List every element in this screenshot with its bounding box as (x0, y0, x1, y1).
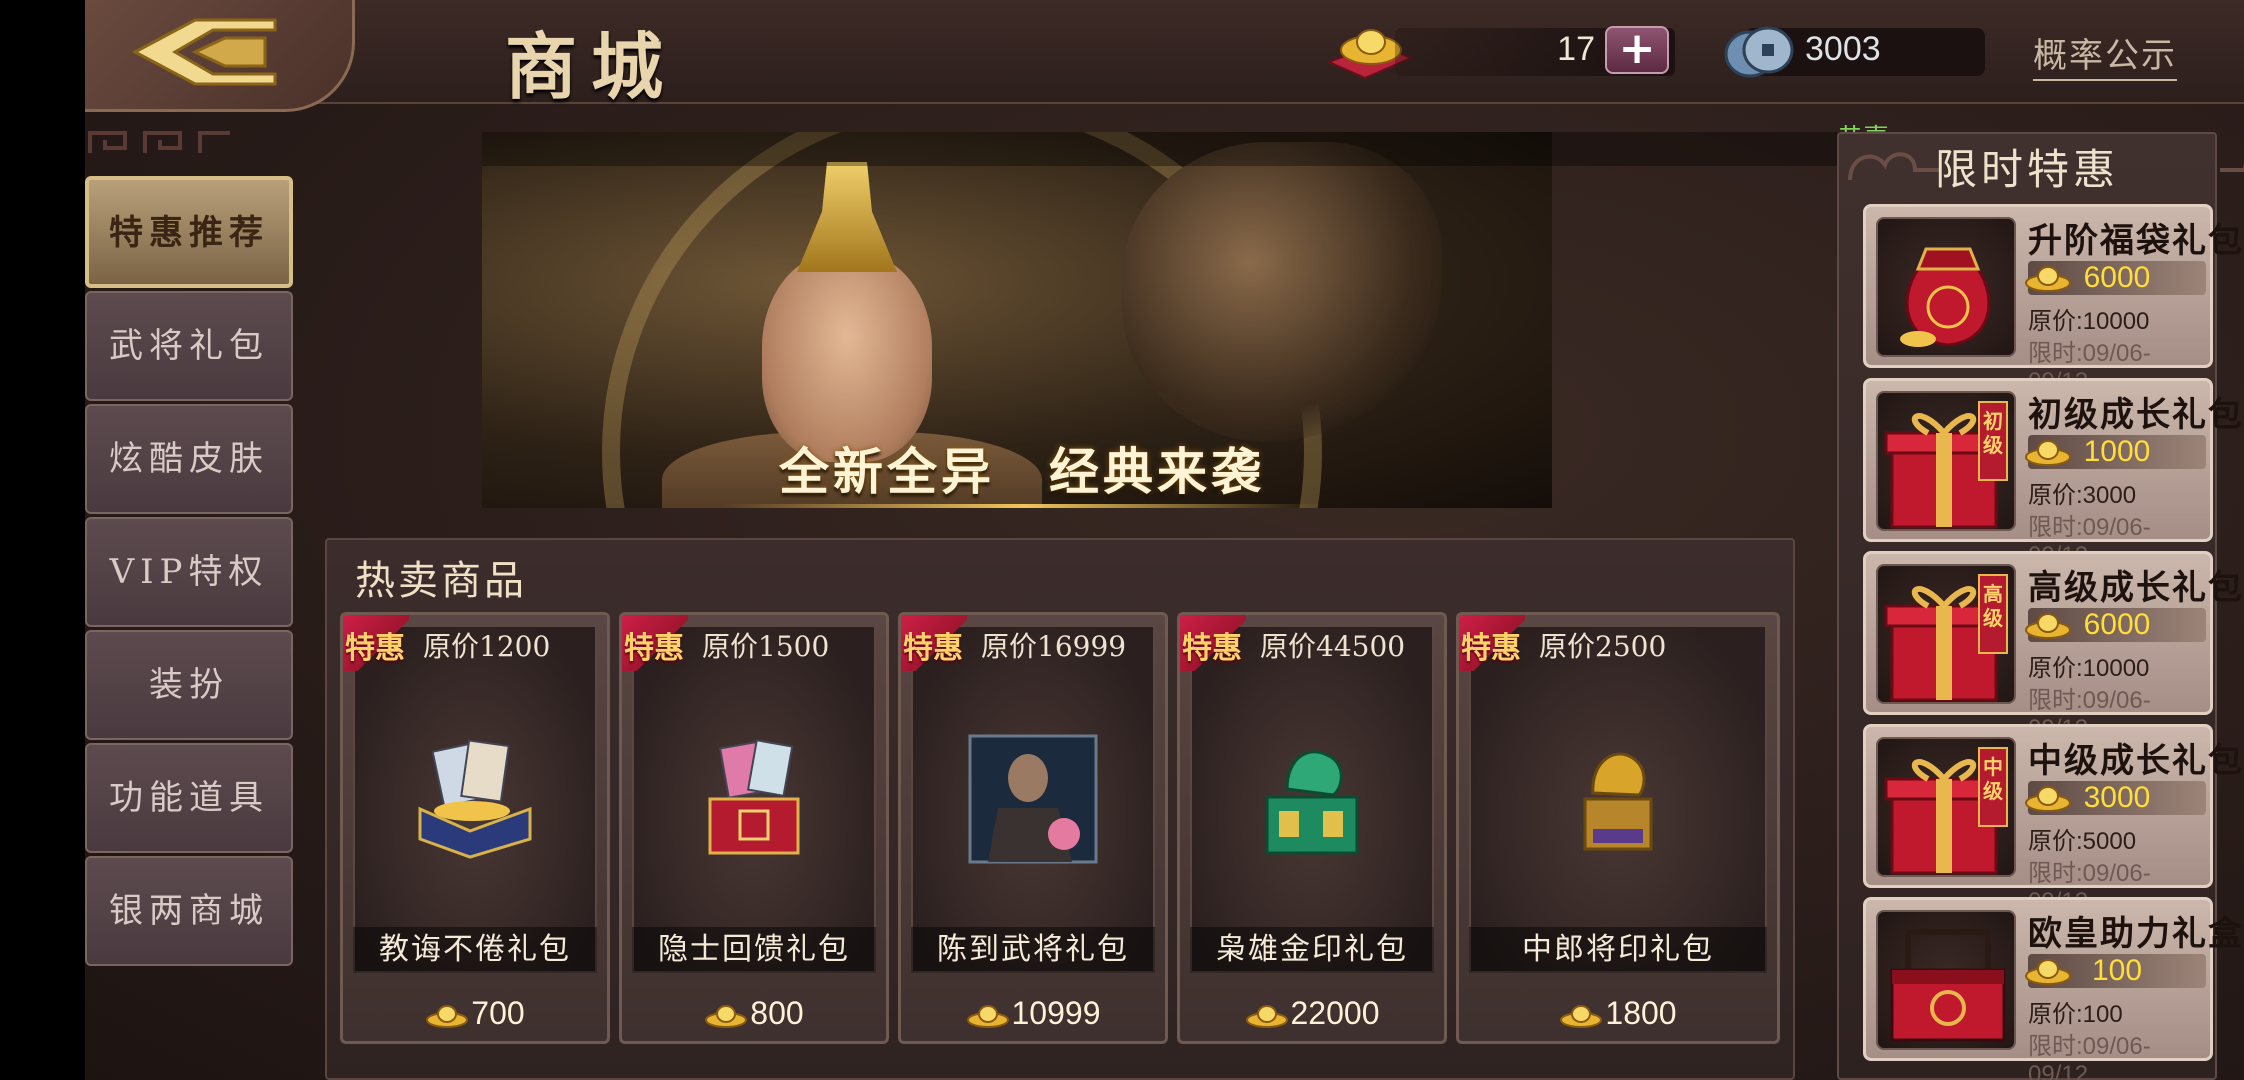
offer-original-price: 原价:100 (2028, 1001, 2123, 1028)
banner-slogan: 全新全异 经典来袭 (779, 443, 1265, 501)
limited-offer-card[interactable]: 初级 初级成长礼包 1000 原价:3000 限时:09/06-09/12 (1863, 378, 2242, 569)
back-arrow-icon (131, 18, 277, 86)
offer-name: 中级成长礼包 (2028, 741, 2244, 781)
item-name: 隐士回馈礼包 (632, 927, 876, 973)
offer-original-price: 原价:10000 (2028, 308, 2150, 335)
hot-item-card[interactable]: 特惠 原价1500 隐士回馈礼包 800 (619, 612, 889, 1044)
original-price: 原价1200 (423, 630, 551, 663)
tier-badge: 高级 (1978, 574, 2008, 654)
item-price: 1800 (1459, 985, 1777, 1041)
item-name: 教诲不倦礼包 (353, 927, 597, 973)
nav-item-vip[interactable]: VIP特权 (85, 517, 293, 627)
gold-ingot-icon (705, 1004, 748, 1028)
category-nav: 特惠推荐 武将礼包 炫酷皮肤 VIP特权 装扮 功能道具 银两商城 (85, 176, 295, 969)
item-price-value: 1800 (1605, 995, 1677, 1031)
gold-ingot-icon (966, 1004, 1009, 1028)
hot-item-card[interactable]: 特惠 原价44500 枭雄金印礼包 22000 (1177, 612, 1447, 1044)
offer-name: 初级成长礼包 (2028, 395, 2244, 435)
promo-banner[interactable]: 全新全异 经典来袭 (482, 132, 1552, 508)
nav-item-skins[interactable]: 炫酷皮肤 (85, 404, 293, 514)
item-price-value: 700 (471, 995, 525, 1031)
jade-seal-icon (1265, 750, 1359, 855)
tier-badge: 中级 (1978, 747, 2008, 827)
hot-items-title: 热卖商品 (355, 558, 527, 604)
gold-ingot-icon (2025, 959, 2071, 985)
back-button[interactable] (85, 0, 355, 112)
discount-tag: 特惠 (345, 631, 405, 666)
item-name: 陈到武将礼包 (911, 927, 1155, 973)
gold-ingot-icon (1560, 1004, 1603, 1028)
dragon-icon (1122, 142, 1442, 442)
hot-item-card[interactable]: 特惠 原价1200 教诲不倦礼包 700 (340, 612, 610, 1044)
item-price: 700 (343, 985, 607, 1041)
gold-ingot-icon (2025, 266, 2071, 292)
discount-tag: 特惠 (624, 631, 684, 666)
offer-original-price: 原价:3000 (2028, 482, 2137, 509)
nav-item-silver-shop[interactable]: 银两商城 (85, 856, 293, 966)
gold-ingot-icon (2025, 440, 2071, 466)
tier-badge: 初级 (1978, 401, 2008, 481)
limited-offer-card[interactable]: 欧皇助力礼盒 100 原价:100 限时:09/06-09/12 (1863, 897, 2242, 1080)
offer-original-price: 原价:10000 (2028, 655, 2150, 682)
item-name: 中郎将印礼包 (1469, 927, 1767, 973)
gold-seal-icon (1583, 752, 1653, 851)
silver-coins-icon (1724, 26, 1794, 78)
hero-portrait (762, 252, 932, 462)
gold-balance: 17 (1557, 30, 1595, 68)
nav-item-general-packs[interactable]: 武将礼包 (85, 291, 293, 401)
limited-offer-card[interactable]: 高级 高级成长礼包 6000 原价:10000 限时:09/06-09/12 (1863, 551, 2242, 742)
probability-disclosure-link[interactable]: 概率公示 (2033, 28, 2177, 81)
nav-item-tools[interactable]: 功能道具 (85, 743, 293, 853)
limited-offers-title: 限时特惠 (1934, 145, 2119, 194)
item-price: 800 (622, 985, 886, 1041)
item-price-value: 10999 (1011, 995, 1101, 1031)
original-price: 原价1500 (702, 630, 830, 663)
gold-ingot-icon (2025, 613, 2071, 639)
limited-offer-card[interactable]: 升阶福袋礼包 6000 原价:10000 限时:09/06-09/12 (1863, 204, 2242, 395)
gold-ingot-icon (1245, 1004, 1288, 1028)
nav-item-dressup[interactable]: 装扮 (85, 630, 293, 740)
hot-item-card[interactable]: 特惠 原价16999 陈到武将礼包 10999 (898, 612, 1168, 1044)
item-price-value: 800 (750, 995, 804, 1031)
nav-ornament-icon (88, 131, 230, 153)
item-price-value: 22000 (1290, 995, 1380, 1031)
offer-name: 升阶福袋礼包 (2028, 221, 2244, 261)
original-price: 原价44500 (1260, 630, 1406, 663)
gold-ingot-icon (2025, 786, 2071, 812)
offer-time-limit: 限时:09/06-09/12 (2028, 1033, 2151, 1080)
hot-item-card[interactable]: 特惠 原价2500 中郎将印礼包 1800 (1456, 612, 1780, 1044)
hermit-box-icon (708, 739, 800, 855)
item-name: 枭雄金印礼包 (1190, 927, 1434, 973)
red-chest-icon (1890, 929, 2006, 1042)
card-box-icon (418, 739, 532, 859)
limited-offer-card[interactable]: 中级 中级成长礼包 3000 原价:5000 限时:09/06-09/12 (1863, 724, 2242, 915)
cloud-ornament-icon (2220, 152, 2244, 181)
item-price: 22000 (1180, 985, 1444, 1041)
offer-name: 欧皇助力礼盒 (2028, 914, 2244, 954)
offer-original-price: 原价:5000 (2028, 828, 2137, 855)
shop-screen: 商城 17 + 3003 概率公示 特惠推荐 武将礼包 炫酷皮肤 VIP特权 装… (85, 0, 2244, 1080)
silver-balance: 3003 (1805, 30, 1881, 68)
nav-item-specials[interactable]: 特惠推荐 (85, 176, 293, 288)
recharge-button[interactable]: + (1605, 26, 1669, 74)
original-price: 原价2500 (1539, 630, 1667, 663)
discount-tag: 特惠 (1461, 631, 1521, 666)
gold-ingot-icon (426, 1004, 469, 1028)
discount-tag: 特惠 (1182, 631, 1242, 666)
discount-tag: 特惠 (903, 631, 963, 666)
page-title: 商城 (505, 24, 678, 109)
offer-name: 高级成长礼包 (2028, 568, 2244, 608)
item-price: 10999 (901, 985, 1165, 1041)
original-price: 原价16999 (981, 630, 1127, 663)
general-portrait-icon (968, 734, 1098, 864)
lucky-bag-icon (1900, 247, 1991, 347)
